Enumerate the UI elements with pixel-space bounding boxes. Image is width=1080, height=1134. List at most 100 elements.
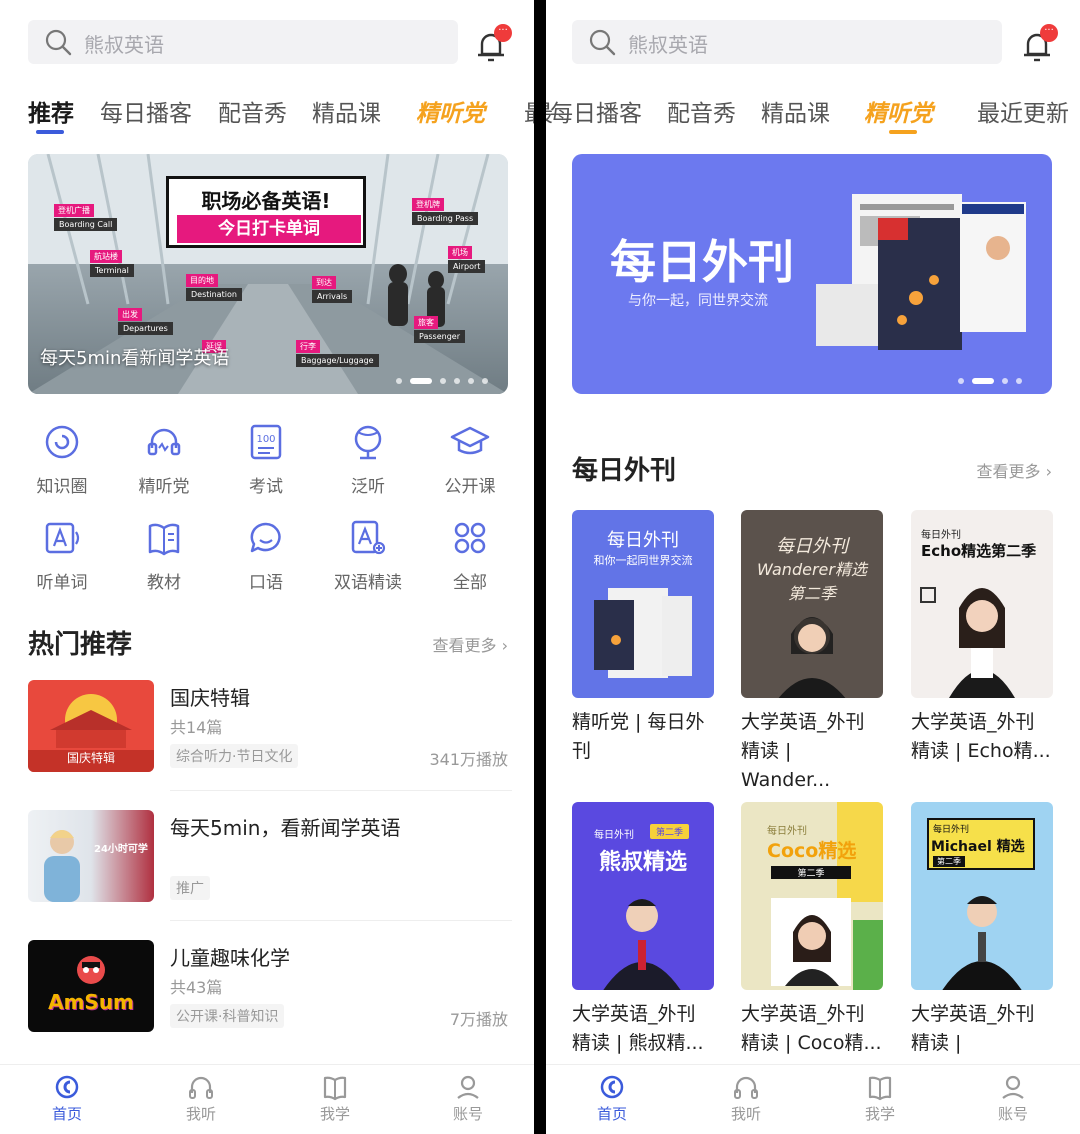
host-portrait-image	[603, 899, 681, 990]
feature-listen-words[interactable]: 听单词	[12, 518, 112, 593]
feature-knowledge-circle[interactable]: 知识圈	[12, 422, 112, 497]
banner-tag: 登机广播 Boarding Call	[54, 204, 118, 231]
nav-listen[interactable]: 我听	[161, 1073, 241, 1124]
tab-jingting[interactable]: 精听党	[416, 94, 485, 128]
nav-label: 首页	[51, 1105, 82, 1123]
nav-label: 我学	[864, 1105, 895, 1123]
feature-jingting[interactable]: 精听党	[114, 422, 214, 497]
cover-subtitle: 和你一起同世界交流	[593, 554, 693, 567]
word-listen-icon	[45, 522, 80, 554]
nav-account[interactable]: 账号	[428, 1073, 508, 1124]
tab-jingting[interactable]: 精听党	[864, 94, 933, 128]
home-icon	[55, 1075, 79, 1099]
banner-sign-title: 职场必备英语!	[201, 189, 331, 213]
tab-dubbing[interactable]: 配音秀	[667, 94, 736, 128]
cover-title: 每日外刊	[776, 536, 848, 557]
left-screen: 熊叔英语 ··· 推荐 每日播客 配音秀 精品课 精听党 最 登机广播Board…	[0, 0, 534, 1134]
section-more-link[interactable]: 查看更多 ›	[976, 458, 1052, 482]
nav-label: 账号	[452, 1105, 483, 1123]
tab-recent-updates[interactable]: 最近更新	[977, 94, 1069, 128]
nav-home[interactable]: 首页	[572, 1073, 652, 1124]
bottom-nav: 首页 我听 我学 账号	[0, 1064, 534, 1134]
banner-subtitle: 与你一起，同世界交流	[628, 293, 768, 309]
feature-extensive-listening[interactable]: 泛听	[318, 422, 418, 497]
host-portrait-image	[942, 896, 1022, 990]
nav-account[interactable]: 账号	[973, 1073, 1053, 1124]
host-portrait-image	[778, 617, 846, 698]
feature-speaking[interactable]: 口语	[216, 518, 316, 593]
card-title: 大学英语_外刊 精读 | Echo精...	[911, 711, 1051, 762]
card-cover: 每日外刊 Wanderer精选 第二季	[741, 510, 883, 698]
search-bar[interactable]: 熊叔英语	[28, 20, 458, 64]
item-thumbnail: 国庆特辑	[28, 680, 154, 772]
carousel-dots	[396, 378, 488, 384]
card-cover: 每日外刊 Michael 精选 第二季	[911, 802, 1053, 990]
search-bar[interactable]: 熊叔英语	[572, 20, 1002, 64]
item-plays: 7万播放	[449, 1010, 508, 1029]
book-icon	[148, 523, 180, 556]
tab-recommend[interactable]: 推荐	[28, 94, 74, 128]
feature-all[interactable]: 全部	[420, 518, 520, 593]
feature-label: 听单词	[36, 573, 88, 593]
search-placeholder: 熊叔英语	[628, 33, 708, 57]
tab-dubbing[interactable]: 配音秀	[218, 94, 287, 128]
category-tabs: 推荐 每日播客 配音秀 精品课 精听党 最	[0, 88, 534, 136]
exam-100-icon: 100	[250, 424, 282, 460]
item-title: 国庆特辑	[170, 686, 250, 710]
category-tabs: 最 每日播客 配音秀 精品课 精听党 最近更新	[546, 88, 1080, 136]
tab-premium-course[interactable]: 精品课	[761, 94, 830, 128]
notification-button[interactable]: ···	[1022, 24, 1058, 64]
globe-icon	[354, 425, 382, 460]
banner-sign-subtitle: 今日打卡单词	[177, 215, 361, 243]
card-title: 大学英语_外刊 精读 | Wander...	[741, 711, 865, 791]
nav-study[interactable]: 我学	[840, 1073, 920, 1124]
feature-bilingual-reading[interactable]: 双语精读	[318, 518, 418, 593]
section-title: 每日外刊	[572, 456, 677, 486]
cover-subtitle: Echo精选第二季	[921, 542, 1037, 560]
magazine-collage-image	[816, 194, 1026, 350]
feature-open-course[interactable]: 公开课	[420, 422, 520, 497]
thumbnail-label: 国庆特辑	[66, 751, 115, 765]
feature-exam[interactable]: 100 考试	[216, 422, 316, 497]
list-item[interactable]: 国庆特辑 国庆特辑 共14篇 综合听力·节日文化 341万播放	[28, 680, 508, 790]
nav-study[interactable]: 我学	[295, 1073, 375, 1124]
nav-home[interactable]: 首页	[27, 1073, 107, 1124]
host-portrait-image	[920, 587, 1015, 698]
user-icon	[1002, 1075, 1024, 1099]
tab-daily-podcast[interactable]: 每日播客	[550, 94, 642, 128]
item-count: 共43篇	[170, 978, 223, 997]
banner-sign: 职场必备英语! 今日打卡单词	[166, 176, 366, 248]
divider	[170, 790, 512, 791]
banner-caption: 每天5min看新闻学英语	[40, 348, 230, 369]
list-item[interactable]: 24小时可学 每天5min，看新闻学英语 推广	[28, 810, 508, 920]
feature-label: 泛听	[351, 477, 385, 497]
cover-subtitle: Wanderer精选 第二季	[757, 560, 867, 603]
nav-listen[interactable]: 我听	[706, 1073, 786, 1124]
cover-title: Coco精选	[767, 840, 857, 862]
promo-banner[interactable]: 每日外刊 与你一起，同世界交流	[572, 154, 1052, 394]
promo-banner[interactable]: 登机广播 Boarding Call 航站楼 Terminal 目的地 Destina…	[28, 154, 508, 394]
list-item[interactable]: AmSum 儿童趣味化学 共43篇 公开课·科普知识 7万播放	[28, 940, 508, 1050]
more-label: 查看更多	[976, 462, 1041, 481]
feature-label: 公开课	[444, 477, 496, 497]
cover-label: 每日外刊	[933, 825, 970, 835]
feature-label: 全部	[453, 573, 487, 593]
hot-more-link[interactable]: 查看更多 ›	[432, 632, 508, 656]
home-icon	[600, 1075, 624, 1099]
more-label: 查看更多	[432, 636, 497, 655]
banner-title: 每日外刊	[610, 235, 794, 289]
tab-premium-course[interactable]: 精品课	[312, 94, 381, 128]
item-title: 儿童趣味化学	[170, 946, 290, 970]
grid-all-icon	[454, 522, 486, 554]
feature-textbook[interactable]: 教材	[114, 518, 214, 593]
notification-button[interactable]: ···	[476, 24, 512, 64]
tab-daily-podcast[interactable]: 每日播客	[100, 94, 192, 128]
nav-label: 我学	[319, 1105, 350, 1123]
active-tab-indicator	[889, 130, 917, 134]
card-title: 大学英语_外刊 精读 | 熊叔精...	[572, 1003, 704, 1054]
item-tag: 综合听力·节日文化	[170, 744, 299, 768]
banner-tag: 出发 Departures	[118, 308, 173, 335]
search-icon	[589, 29, 616, 56]
tab-recent-partial[interactable]: 最	[524, 94, 534, 128]
banner-tag: 目的地 Destination	[186, 274, 242, 301]
